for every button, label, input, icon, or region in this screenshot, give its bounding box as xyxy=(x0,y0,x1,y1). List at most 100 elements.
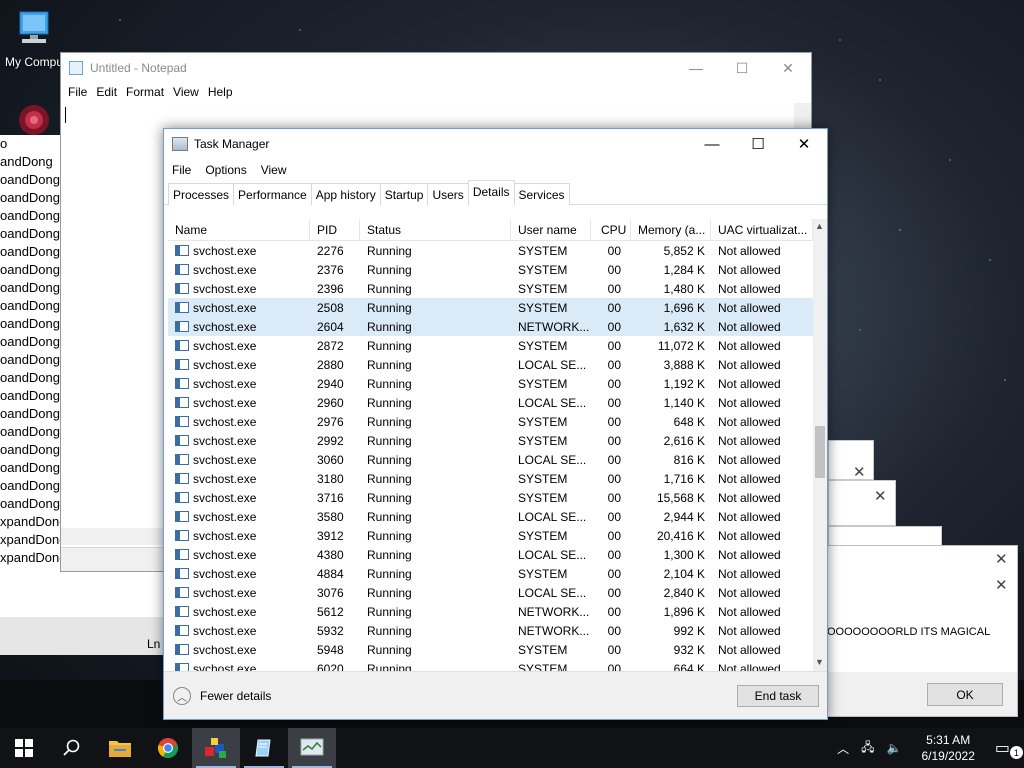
dialog-close-icon[interactable]: ✕ xyxy=(853,463,866,481)
table-row[interactable]: svchost.exe 4884 Running SYSTEM 00 2,104 K Not… xyxy=(168,564,813,583)
scroll-up-icon[interactable]: ▲ xyxy=(815,221,824,231)
tab-users[interactable]: Users xyxy=(427,183,469,205)
table-row[interactable]: svchost.exe 2396 Running SYSTEM 00 1,480 K Not… xyxy=(168,279,813,298)
tab-app-history[interactable]: App history xyxy=(310,183,381,205)
task-manager-taskbar-button[interactable] xyxy=(288,728,336,768)
ok-button[interactable]: OK xyxy=(927,683,1003,706)
process-uac-cell: Not allowed xyxy=(718,414,781,429)
tab-startup[interactable]: Startup xyxy=(379,183,429,205)
clock[interactable]: 5:31 AM 6/19/2022 xyxy=(921,732,974,764)
taskbar: ︿ 🖧 🔈 5:31 AM 6/19/2022 ▭ 1 xyxy=(0,728,1024,768)
process-status-cell: Running xyxy=(367,243,412,258)
tab-details[interactable]: Details xyxy=(467,180,515,205)
table-row[interactable]: svchost.exe 5612 Running NETWORK... 00 1,896 … xyxy=(168,602,813,621)
network-icon[interactable]: 🖧 xyxy=(861,738,874,759)
menu-file[interactable]: File xyxy=(172,163,191,177)
process-uac-cell: Not allowed xyxy=(718,604,781,619)
table-row[interactable]: svchost.exe 2276 Running SYSTEM 00 5,852 K Not… xyxy=(168,241,813,260)
process-name-cell: svchost.exe xyxy=(168,472,310,486)
table-row[interactable]: svchost.exe 3180 Running SYSTEM 00 1,716 K Not… xyxy=(168,469,813,488)
process-name: svchost.exe xyxy=(193,585,257,600)
my-computer-desktop-icon[interactable]: My Compu xyxy=(2,8,66,69)
menu-format[interactable]: Format xyxy=(125,83,172,103)
file-explorer-taskbar-button[interactable] xyxy=(96,728,144,768)
chrome-taskbar-button[interactable] xyxy=(144,728,192,768)
start-button[interactable] xyxy=(0,728,48,768)
message-box[interactable]: ✕ ✕ OOOOOOOORLD ITS MAGICAL OK xyxy=(826,545,1018,717)
scrollbar-thumb[interactable] xyxy=(815,426,825,478)
fewer-details-button[interactable]: ︿ Fewer details xyxy=(173,687,271,705)
menu-options[interactable]: Options xyxy=(205,163,246,177)
column-uac-virtualization[interactable]: UAC virtualizat... xyxy=(711,219,813,241)
process-name: svchost.exe xyxy=(193,281,257,296)
close-icon[interactable]: ✕ xyxy=(995,576,1008,594)
process-pid-cell: 5948 xyxy=(317,642,344,657)
close-button[interactable]: ✕ xyxy=(765,53,811,83)
menu-view[interactable]: View xyxy=(261,163,287,177)
process-cpu-cell: 00 xyxy=(607,547,621,562)
flower-desktop-icon[interactable] xyxy=(2,100,66,139)
message-box-titlebar[interactable]: ✕ xyxy=(827,546,1017,572)
notification-center-icon[interactable]: ▭ 1 xyxy=(995,738,1023,759)
stacked-dialog-3[interactable] xyxy=(828,526,942,546)
table-row[interactable]: svchost.exe 6020 Running SYSTEM 00 664 K Not a… xyxy=(168,659,813,671)
table-row[interactable]: svchost.exe 3580 Running LOCAL SE... 00 2,944… xyxy=(168,507,813,526)
column-name[interactable]: Name xyxy=(168,219,310,241)
stacked-dialog-2[interactable]: ✕ xyxy=(828,480,896,526)
minimize-button[interactable]: — xyxy=(689,129,735,159)
details-vertical-scrollbar[interactable]: ▲ ▼ xyxy=(813,219,827,671)
table-row[interactable]: svchost.exe 2376 Running SYSTEM 00 1,284 K Not… xyxy=(168,260,813,279)
menu-edit[interactable]: Edit xyxy=(95,83,125,103)
menu-help[interactable]: Help xyxy=(207,83,241,103)
table-row[interactable]: svchost.exe 2976 Running SYSTEM 00 648 K Not a… xyxy=(168,412,813,431)
tab-processes[interactable]: Processes xyxy=(168,183,235,205)
column-memory[interactable]: Memory (a... xyxy=(631,219,711,241)
scroll-down-icon[interactable]: ▼ xyxy=(815,657,824,667)
menu-view[interactable]: View xyxy=(172,83,207,103)
table-row[interactable]: svchost.exe 2992 Running SYSTEM 00 2,616 K Not… xyxy=(168,431,813,450)
menu-file[interactable]: File xyxy=(67,83,95,103)
task-manager-window[interactable]: Task Manager — ☐ ✕ File Options View Pro… xyxy=(163,128,828,720)
end-task-button[interactable]: End task xyxy=(737,685,819,707)
table-row[interactable]: svchost.exe 3060 Running LOCAL SE... 00 816 K… xyxy=(168,450,813,469)
process-uac-cell: Not allowed xyxy=(718,319,781,334)
process-name-cell: svchost.exe xyxy=(168,491,310,505)
dialog-close-icon[interactable]: ✕ xyxy=(874,487,887,505)
task-manager-menubar: File Options View xyxy=(164,159,827,181)
tab-services[interactable]: Services xyxy=(513,183,570,205)
table-row[interactable]: svchost.exe 5948 Running SYSTEM 00 932 K Not a… xyxy=(168,640,813,659)
table-row[interactable]: svchost.exe 2604 Running NETWORK... 00 1,632 … xyxy=(168,317,813,336)
table-row[interactable]: svchost.exe 2880 Running LOCAL SE... 00 3,888… xyxy=(168,355,813,374)
column-user-name[interactable]: User name xyxy=(511,219,591,241)
process-status-cell: Running xyxy=(367,395,412,410)
table-row[interactable]: svchost.exe 4380 Running LOCAL SE... 00 1,300… xyxy=(168,545,813,564)
close-icon[interactable]: ✕ xyxy=(995,550,1008,568)
maximize-button[interactable]: ☐ xyxy=(735,129,781,159)
table-row[interactable]: svchost.exe 3076 Running LOCAL SE... 00 2,840… xyxy=(168,583,813,602)
process-user-cell: LOCAL SE... xyxy=(518,585,587,600)
cubes-taskbar-button[interactable] xyxy=(192,728,240,768)
column-cpu[interactable]: CPU xyxy=(591,219,631,241)
process-name: svchost.exe xyxy=(193,357,257,372)
column-status[interactable]: Status xyxy=(360,219,511,241)
table-row[interactable]: svchost.exe 2872 Running SYSTEM 00 11,072 K No… xyxy=(168,336,813,355)
process-icon xyxy=(175,302,189,313)
search-icon xyxy=(63,739,80,756)
table-row[interactable]: svchost.exe 3716 Running SYSTEM 00 15,568 K No… xyxy=(168,488,813,507)
table-row[interactable]: svchost.exe 2960 Running LOCAL SE... 00 1,140… xyxy=(168,393,813,412)
close-button[interactable]: ✕ xyxy=(781,129,827,159)
show-hidden-icons-icon[interactable]: ︿ xyxy=(837,740,849,757)
table-row[interactable]: svchost.exe 2940 Running SYSTEM 00 1,192 K Not… xyxy=(168,374,813,393)
process-mem-cell: 932 K xyxy=(673,642,705,657)
maximize-button[interactable]: ☐ xyxy=(719,53,765,83)
volume-icon[interactable]: 🔈 xyxy=(887,741,902,755)
tab-performance[interactable]: Performance xyxy=(233,183,312,205)
table-row[interactable]: svchost.exe 2508 Running SYSTEM 00 1,696 K Not… xyxy=(168,298,813,317)
stacked-dialog-1[interactable]: ✕ xyxy=(828,440,874,481)
minimize-button[interactable]: — xyxy=(673,53,719,83)
table-row[interactable]: svchost.exe 3912 Running SYSTEM 00 20,416 K No… xyxy=(168,526,813,545)
table-row[interactable]: svchost.exe 5932 Running NETWORK... 00 992 K N… xyxy=(168,621,813,640)
search-button[interactable] xyxy=(48,728,96,768)
column-pid[interactable]: PID xyxy=(310,219,360,241)
notepad-taskbar-button[interactable] xyxy=(240,728,288,768)
